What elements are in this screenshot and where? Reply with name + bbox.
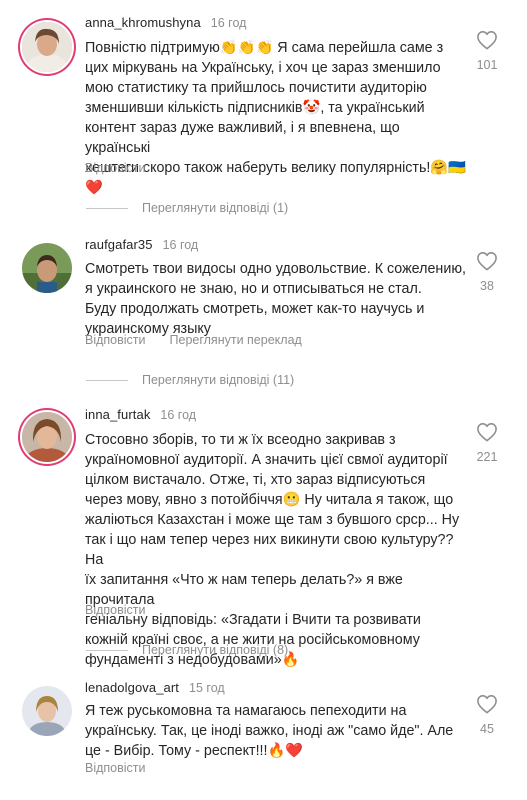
avatar[interactable] [22, 243, 72, 293]
view-replies-label[interactable]: Переглянути відповіді (1) [142, 201, 288, 215]
reply-button[interactable]: Відповісти [85, 161, 146, 175]
replies-divider [86, 207, 128, 209]
username[interactable]: raufgafar35 [85, 237, 153, 252]
timestamp: 16 год [210, 16, 247, 30]
replies-divider [86, 649, 128, 651]
comment-text: Стосовно зборів, то ти ж їх всеодно закр… [85, 432, 460, 668]
heart-outline-icon[interactable] [476, 30, 498, 50]
timestamp: 16 год [162, 238, 199, 252]
like-button[interactable]: 38 [473, 251, 501, 293]
view-replies-label[interactable]: Переглянути відповіді (8) [142, 643, 288, 657]
username[interactable]: lenadolgova_art [85, 680, 179, 695]
like-count: 221 [476, 450, 498, 464]
view-replies[interactable]: Переглянути відповіді (1) [86, 201, 288, 215]
comment-actions: Відповісти [85, 603, 146, 617]
avatar[interactable] [22, 22, 72, 72]
reply-button[interactable]: Відповісти [85, 333, 146, 347]
comment-text: Смотреть твои видосы одно удовольствие. … [85, 261, 467, 337]
comment-header: inna_furtak 16 год [85, 407, 196, 422]
comment-text-end: ❤️ [285, 743, 304, 759]
avatar[interactable] [22, 686, 72, 736]
avatar[interactable] [22, 412, 72, 462]
comment-body: Повністю підтримую👏👏👏 Я сама перейшла са… [85, 40, 466, 176]
like-count: 38 [480, 279, 494, 293]
view-replies-label[interactable]: Переглянути відповіді (11) [142, 373, 294, 387]
comment-body: Я теж руськомовна та намагаюсь пепеходит… [85, 703, 454, 759]
comment-actions: Відповісти Переглянути переклад [85, 333, 302, 347]
like-count: 101 [476, 58, 498, 72]
heart-outline-icon[interactable] [476, 251, 498, 271]
timestamp: 15 год [189, 681, 225, 695]
timestamp: 16 год [160, 408, 197, 422]
translate-button[interactable]: Переглянути переклад [170, 333, 302, 347]
reply-button[interactable]: Відповісти [85, 603, 146, 617]
username[interactable]: anna_khromushyna [85, 15, 201, 30]
heart-outline-icon[interactable] [476, 694, 498, 714]
comment-header: anna_khromushyna 16 год [85, 15, 246, 30]
reply-button[interactable]: Відповісти [85, 761, 146, 775]
heart-outline-icon[interactable] [476, 422, 498, 442]
like-button[interactable]: 45 [473, 694, 501, 736]
comment-text: Я теж руськомовна та намагаюсь пепеходит… [85, 701, 467, 761]
comment-actions: Відповісти [85, 161, 146, 175]
like-button[interactable]: 101 [473, 30, 501, 72]
view-replies[interactable]: Переглянути відповіді (11) [86, 373, 294, 387]
username[interactable]: inna_furtak [85, 407, 150, 422]
like-count: 45 [480, 722, 494, 736]
comment-text-end: ❤️ [85, 180, 103, 196]
comment-header: raufgafar35 16 год [85, 237, 198, 252]
replies-divider [86, 379, 128, 381]
comment-header: lenadolgova_art 15 год [85, 680, 225, 695]
view-replies[interactable]: Переглянути відповіді (8) [86, 643, 288, 657]
comment-actions: Відповісти [85, 761, 146, 775]
like-button[interactable]: 221 [473, 422, 501, 464]
